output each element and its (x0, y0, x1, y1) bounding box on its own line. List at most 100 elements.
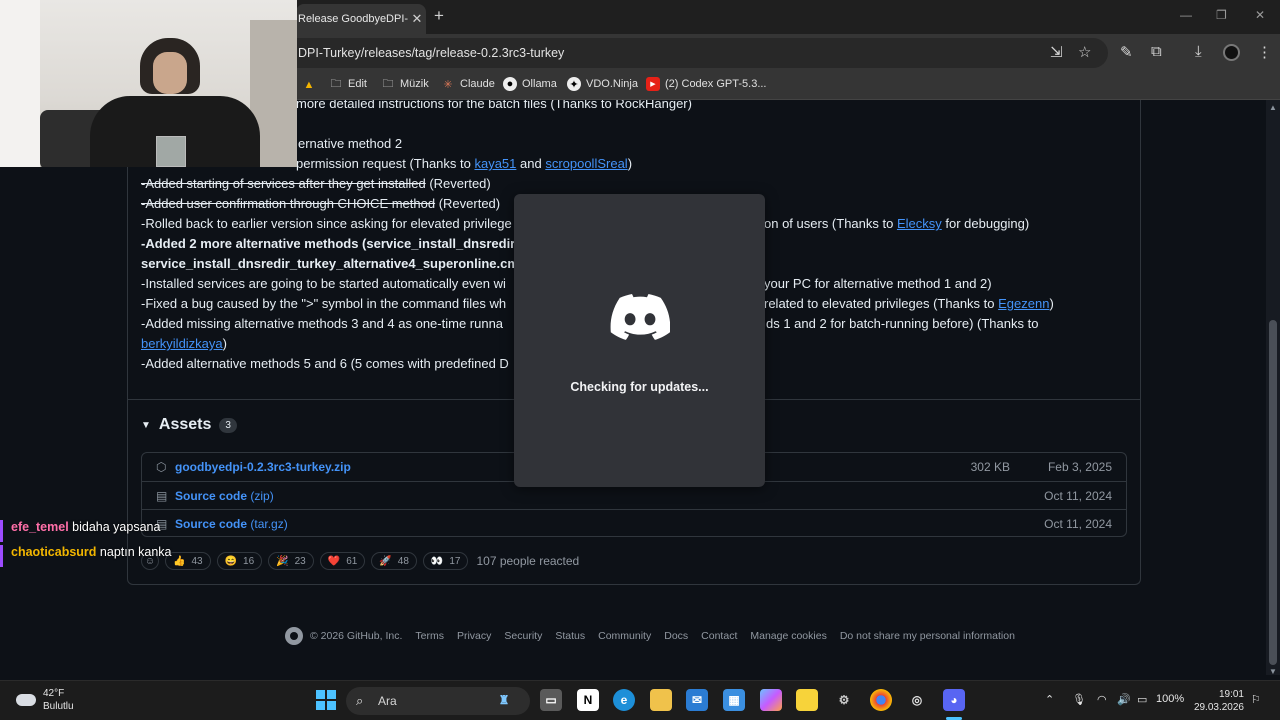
task-view-icon[interactable]: ▭ (540, 689, 562, 711)
reaction-count: 61 (346, 555, 358, 567)
close-tab-icon[interactable]: ✕ (408, 11, 426, 27)
bookmark-edit[interactable]: 🗀 Edit (329, 77, 367, 91)
obs-icon[interactable]: ◎ (906, 689, 928, 711)
note-line: berkyildizkaya) (141, 334, 227, 354)
sticky-notes-icon[interactable] (796, 689, 818, 711)
note-line: -Rolled back to earlier version since as… (141, 216, 512, 231)
asset-link[interactable]: goodbyedpi-0.2.3rc3-turkey.zip (175, 460, 351, 474)
bookmark-label: Ollama (522, 78, 557, 90)
user-link-elecksy[interactable]: Elecksy (897, 216, 942, 231)
settings-gear-icon[interactable]: ⚙ (833, 689, 855, 711)
bookmark-claude[interactable]: ✳ Claude (441, 77, 494, 91)
footer-link-docs[interactable]: Docs (664, 630, 688, 642)
close-window-icon[interactable]: ✕ (1255, 8, 1265, 22)
edge-icon[interactable]: e (613, 689, 635, 711)
github-logo-icon[interactable] (285, 627, 303, 645)
footer-link-status[interactable]: Status (555, 630, 585, 642)
note-text: ) (627, 156, 633, 171)
chat-text: bidaha yapsana (72, 520, 161, 534)
footer-link-terms[interactable]: Terms (415, 630, 444, 642)
volume-icon[interactable]: 🔊 (1117, 693, 1131, 706)
bookmark-label: (2) Codex GPT-5.3... (665, 78, 767, 90)
wifi-icon[interactable]: ◠ (1097, 693, 1107, 706)
note-line: ds 1 and 2 for batch-running before) (Th… (766, 316, 1039, 331)
footer-link-community[interactable]: Community (598, 630, 651, 642)
temperature: 42°F (43, 688, 65, 699)
browser-tab[interactable]: Release GoodbyeDPI-Tu ✕ (296, 4, 426, 34)
scroll-up-icon[interactable]: ▲ (1269, 103, 1277, 112)
battery-icon[interactable]: ▭ (1137, 693, 1147, 706)
assets-toggle[interactable]: ▼ Assets 3 (141, 416, 237, 434)
windows-taskbar: 42°F Bulutlu ⌕ Ara ♜ ▭ N e ✉ ▦ ⚙ ◎ ◕ ⌃ 🎙 … (0, 680, 1280, 720)
note-text: -Added starting of services after they g… (141, 176, 426, 191)
bookmark-star-icon[interactable]: ☆ (1078, 43, 1091, 61)
google-drive-icon[interactable]: ▲ (302, 78, 316, 92)
extensions-icon[interactable]: ⧉ (1151, 43, 1162, 60)
note-line: -Installed services are going to be star… (141, 276, 506, 291)
user-link-egezenn[interactable]: Egezenn (998, 296, 1049, 311)
menu-dots-icon[interactable]: ⋮ (1257, 43, 1272, 61)
footer-link-security[interactable]: Security (504, 630, 542, 642)
asset-row: ▤ Source code (tar.gz) Oct 11, 2024 (142, 509, 1126, 537)
footer-link-contact[interactable]: Contact (701, 630, 737, 642)
chat-username: chaoticabsurd (11, 545, 97, 559)
system-clock[interactable]: 19:01 29.03.2026 (1190, 688, 1244, 714)
notion-icon[interactable]: N (577, 689, 599, 711)
notification-icon[interactable]: ⚐ (1251, 693, 1261, 706)
minimize-icon[interactable]: — (1180, 8, 1192, 22)
discord-taskbar-icon[interactable]: ◕ (943, 689, 965, 711)
folder-icon: 🗀 (382, 77, 394, 90)
asset-date: Feb 3, 2025 (1047, 460, 1112, 474)
reaction-eyes[interactable]: 👀 17 (422, 552, 469, 570)
mail-icon[interactable]: ✉ (686, 689, 708, 711)
scrollbar-thumb[interactable] (1269, 320, 1277, 665)
chrome-icon[interactable] (870, 689, 892, 711)
footer-link-do-not-share[interactable]: Do not share my personal information (840, 630, 1015, 642)
scroll-down-icon[interactable]: ▼ (1269, 667, 1277, 676)
reaction-rocket[interactable]: 🚀 48 (371, 552, 417, 570)
footer: © 2026 GitHub, Inc. Terms Privacy Securi… (285, 627, 1015, 645)
chat-username: efe_temel (11, 520, 69, 534)
copilot-icon[interactable] (760, 689, 782, 711)
note-text: and (516, 156, 546, 171)
note-line: -Added missing alternative methods 3 and… (141, 316, 504, 331)
reaction-hooray[interactable]: 🎉 23 (268, 552, 314, 570)
footer-link-privacy[interactable]: Privacy (457, 630, 491, 642)
profile-avatar[interactable] (1223, 44, 1240, 61)
tray-chevron-up-icon[interactable]: ⌃ (1045, 693, 1054, 706)
footer-link-manage-cookies[interactable]: Manage cookies (750, 630, 826, 642)
store-icon[interactable]: ▦ (723, 689, 745, 711)
reaction-emoji: 🚀 (379, 555, 392, 567)
new-tab-icon[interactable]: + (434, 6, 444, 26)
asset-link[interactable]: Source code (zip) (175, 489, 274, 503)
reaction-laugh[interactable]: 😄 16 (216, 552, 263, 570)
microphone-icon[interactable]: 🎙 (1072, 693, 1086, 706)
file-explorer-icon[interactable] (650, 689, 672, 711)
bookmark-vdo-ninja[interactable]: ✦ VDO.Ninja (567, 77, 638, 91)
user-link-kaya51[interactable]: kaya51 (474, 156, 516, 171)
note-text: ) (222, 336, 227, 351)
restore-icon[interactable]: ❐ (1216, 8, 1227, 22)
reaction-count: 48 (397, 555, 409, 567)
windows-start-icon[interactable] (316, 690, 336, 710)
url-text: DPI-Turkey/releases/tag/release-0.2.3rc3… (298, 46, 565, 60)
footer-copyright: © 2026 GitHub, Inc. (310, 630, 403, 642)
bookmark-codex[interactable]: ▶ (2) Codex GPT-5.3... (646, 77, 766, 91)
bookmark-muzik[interactable]: 🗀 Müzik (381, 77, 429, 91)
url-input[interactable]: DPI-Turkey/releases/tag/release-0.2.3rc3… (200, 38, 1108, 68)
reaction-emoji: 🎉 (276, 555, 289, 567)
note-text: (Reverted) (435, 196, 501, 211)
download-icon[interactable]: ⤓ (1195, 43, 1202, 60)
reaction-heart[interactable]: ❤️ 61 (319, 552, 366, 570)
asset-date: Oct 11, 2024 (1044, 517, 1112, 531)
user-link-berkyildizkaya[interactable]: berkyildizkaya (141, 336, 223, 351)
note-text: permission request (Thanks to (296, 156, 475, 171)
user-link-scropooll[interactable]: scropoollSreal (545, 156, 627, 171)
asset-sub: (zip) (247, 489, 274, 503)
eyedropper-icon[interactable]: ✎ (1120, 43, 1133, 61)
bookmark-ollama[interactable]: ● Ollama (503, 77, 557, 91)
weather-widget[interactable]: 42°F Bulutlu (16, 687, 74, 713)
asset-size: 302 KB (970, 460, 1010, 474)
caret-down-icon: ▼ (141, 419, 151, 431)
install-app-icon[interactable]: ⇲ (1050, 43, 1063, 61)
